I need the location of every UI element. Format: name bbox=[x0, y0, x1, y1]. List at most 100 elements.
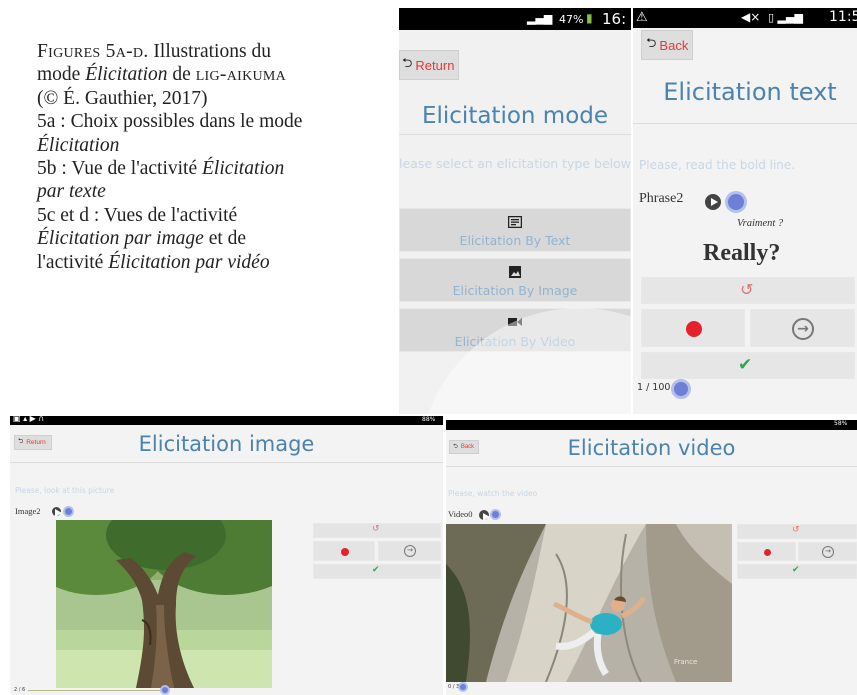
progress-counter: 2 / 6 bbox=[14, 687, 26, 693]
validate-button[interactable]: ✔ bbox=[737, 564, 857, 579]
volume-mute-icon: ◀× bbox=[741, 10, 761, 24]
next-arrow-icon: → bbox=[822, 546, 834, 558]
text-icon bbox=[508, 216, 522, 228]
audio-seek-handle[interactable] bbox=[63, 506, 74, 517]
play-button[interactable] bbox=[705, 194, 721, 210]
caption-5b: 5b : Vue de l'activité bbox=[37, 158, 202, 180]
validate-button[interactable]: ✔ bbox=[641, 352, 855, 379]
caption-copyright: (© É. Gauthier, 2017) bbox=[37, 87, 208, 109]
battery-icon: ▮ bbox=[586, 11, 593, 25]
caption-text: de bbox=[167, 64, 196, 86]
return-label: Return bbox=[415, 57, 455, 73]
replay-icon: ↺ bbox=[792, 525, 800, 535]
button-label: Elicitation By Image bbox=[452, 283, 578, 298]
record-icon bbox=[341, 548, 349, 556]
status-bar: ▂▄▆ 47% ▮ 16: bbox=[399, 8, 631, 30]
instruction-text: Please, look at this picture bbox=[15, 486, 115, 495]
screen-elicitation-video: 58% ⮌ Back Elicitation video Please, wat… bbox=[446, 420, 857, 695]
figure-caption: Figures 5a-d. Illustrations du mode Élic… bbox=[37, 40, 382, 274]
progress-slider-handle[interactable] bbox=[160, 685, 170, 695]
caption-text: et de bbox=[203, 228, 247, 250]
return-button[interactable]: ⮌ Return bbox=[399, 50, 459, 80]
button-label: Elicitation By Text bbox=[459, 233, 571, 248]
warning-icon: ⚠ bbox=[636, 10, 648, 25]
caption-5a: 5a : Choix possibles dans le mode bbox=[37, 111, 303, 133]
notification-icons: ▣ ▴ ▶ ∩ bbox=[13, 416, 45, 423]
caption-text: mode bbox=[37, 64, 86, 86]
progress-slider-handle[interactable] bbox=[671, 379, 691, 399]
caption-figures-label: Figures 5a-d. bbox=[37, 41, 149, 62]
replay-button[interactable]: ↺ bbox=[641, 277, 855, 304]
status-bar: ⚠ ◀× ▯ ▂▄▆ 11:5 bbox=[633, 8, 857, 28]
next-button[interactable]: → bbox=[798, 542, 857, 561]
caption-em: par texte bbox=[37, 181, 106, 203]
next-arrow-icon: → bbox=[792, 318, 814, 340]
status-bar: 58% bbox=[446, 420, 857, 430]
image-icon bbox=[509, 266, 521, 278]
phrase-label: Phrase2 bbox=[639, 191, 684, 206]
caption-text: l'activité bbox=[37, 251, 109, 273]
clock: 11:5 bbox=[829, 9, 857, 25]
caption-appname: lig-aikuma bbox=[195, 64, 287, 86]
clock: 16: bbox=[602, 10, 627, 28]
item-label: Image2 bbox=[15, 506, 41, 516]
signal-icon: ▯ ▂▄▆ bbox=[768, 11, 803, 24]
caption-em: Élicitation bbox=[201, 158, 285, 180]
divider bbox=[399, 134, 631, 135]
progress-track bbox=[28, 690, 163, 691]
record-button[interactable] bbox=[641, 309, 745, 347]
back-label: Back bbox=[659, 37, 689, 53]
caption-em: Élicitation bbox=[85, 64, 168, 86]
next-button[interactable]: → bbox=[378, 541, 441, 561]
page-title: Elicitation mode bbox=[421, 103, 609, 129]
replay-icon: ↺ bbox=[372, 524, 380, 534]
caption-em: Élicitation par vidéo bbox=[108, 251, 270, 273]
next-button[interactable]: → bbox=[750, 309, 855, 347]
checkmark-icon: ✔ bbox=[738, 355, 753, 375]
record-icon bbox=[686, 321, 702, 337]
progress-counter: 1 / 100 bbox=[637, 382, 671, 393]
video-watermark: France bbox=[674, 658, 698, 666]
replay-button[interactable]: ↺ bbox=[737, 524, 857, 539]
back-arrow-icon: ⮌ bbox=[402, 55, 413, 70]
play-button[interactable] bbox=[52, 507, 63, 518]
divider bbox=[446, 466, 857, 467]
screen-elicitation-image: ▣ ▴ ▶ ∩ 88% ⮌ Return Elicitation image P… bbox=[10, 416, 443, 695]
replay-icon: ↺ bbox=[740, 280, 754, 299]
battery-level: 58% bbox=[834, 420, 848, 427]
record-icon bbox=[764, 549, 771, 556]
back-button[interactable]: ⮌ Back bbox=[641, 30, 693, 60]
item-label: Video0 bbox=[448, 509, 473, 519]
record-button[interactable] bbox=[313, 541, 375, 561]
caption-5cd: 5c et d : Vues de l'activité bbox=[37, 204, 238, 226]
progress-slider-handle[interactable] bbox=[458, 682, 468, 692]
screen-elicitation-text: ⚠ ◀× ▯ ▂▄▆ 11:5 ⮌ Back Elicitation text … bbox=[633, 8, 857, 414]
record-button[interactable] bbox=[737, 542, 796, 561]
checkmark-icon: ✔ bbox=[792, 565, 800, 575]
divider bbox=[633, 123, 857, 124]
play-button[interactable] bbox=[479, 510, 490, 521]
replay-button[interactable]: ↺ bbox=[313, 523, 441, 538]
instruction-text: Please, read the bold line. bbox=[639, 158, 796, 172]
page-title: Elicitation image bbox=[138, 432, 315, 456]
elicitation-picture bbox=[56, 520, 272, 688]
signal-icon: ▂▄▆ bbox=[527, 12, 553, 25]
instruction-text: Please, watch the video bbox=[448, 489, 538, 498]
caption-em: Élicitation bbox=[37, 134, 120, 156]
elicitation-by-image-button[interactable]: Elicitation By Image bbox=[399, 258, 631, 302]
instruction-text: lease select an elicitation type below bbox=[399, 156, 631, 171]
page-title: Elicitation text bbox=[663, 78, 837, 106]
validate-button[interactable]: ✔ bbox=[313, 564, 441, 579]
screen-elicitation-mode: ▂▄▆ 47% ▮ 16: ⮌ Return Elicitation mode … bbox=[399, 8, 631, 414]
status-bar: ▣ ▴ ▶ ∩ 88% bbox=[10, 416, 443, 425]
audio-seek-handle[interactable] bbox=[725, 191, 747, 213]
back-arrow-icon: ⮌ bbox=[646, 35, 657, 50]
next-arrow-icon: → bbox=[404, 545, 416, 557]
elicitation-by-text-button[interactable]: Elicitation By Text bbox=[399, 208, 631, 252]
bold-line-text: Really? bbox=[703, 240, 781, 266]
page-title: Elicitation video bbox=[567, 436, 736, 460]
audio-seek-handle[interactable] bbox=[490, 509, 501, 520]
battery-level: 47% bbox=[559, 13, 584, 26]
divider bbox=[10, 462, 443, 463]
checkmark-icon: ✔ bbox=[372, 565, 380, 575]
